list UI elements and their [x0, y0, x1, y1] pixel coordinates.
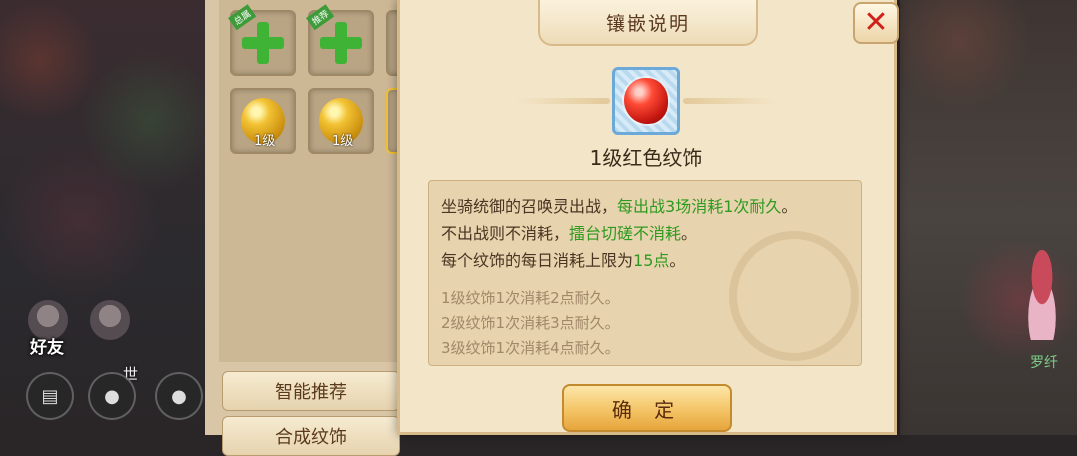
gem-slot-1[interactable]: 1级	[230, 88, 296, 154]
item-name: 1级红色纹饰	[589, 146, 703, 170]
close-button[interactable]: ✕	[853, 2, 899, 44]
desc-line-1: 坐骑统御的召唤灵出战，每出战3场消耗1次耐久。	[441, 197, 798, 216]
red-gem-icon	[624, 78, 668, 124]
item-icon-frame	[612, 67, 680, 135]
desc-line-2: 不出战则不消耗，擂台切磋不消耗。	[441, 224, 698, 243]
rule-line-1: 1级纹饰1次消耗2点耐久。	[441, 289, 620, 307]
dialog-title-tab: 镶嵌说明	[538, 0, 758, 46]
chat-icon[interactable]: ▤	[26, 372, 74, 420]
ornament-left	[515, 98, 610, 104]
microphone-icon[interactable]: ●	[88, 372, 136, 420]
add-slot-2[interactable]: 推荐	[306, 4, 374, 76]
watermark-emblem-icon	[729, 231, 859, 361]
npc-name: 罗纤	[1030, 355, 1058, 371]
confirm-button[interactable]: 确 定	[562, 384, 732, 432]
rule-line-3: 3级纹饰1次消耗4点耐久。	[441, 339, 620, 357]
npc-character[interactable]	[1018, 250, 1066, 340]
voice-avatar-icon[interactable]	[90, 300, 130, 340]
ornament-right	[683, 98, 778, 104]
friend-label[interactable]: 好友	[30, 333, 64, 358]
rule-line-2: 2级纹饰1次消耗3点耐久。	[441, 314, 620, 332]
slot-level: 1级	[332, 134, 354, 149]
slot-level: 1级	[254, 134, 276, 149]
compose-button[interactable]: 合成纹饰	[222, 416, 400, 456]
close-icon: ✕	[863, 5, 889, 40]
description-box: 坐骑统御的召唤灵出战，每出战3场消耗1次耐久。 不出战则不消耗，擂台切磋不消耗。…	[428, 180, 862, 366]
smart-recommend-button[interactable]: 智能推荐	[222, 371, 400, 411]
add-slot-1[interactable]: 总属	[228, 4, 296, 76]
gem-slot-2[interactable]: 1级	[308, 88, 374, 154]
microphone-icon-2[interactable]: ●	[155, 372, 203, 420]
game-scene-left	[0, 0, 205, 435]
dialog-title: 镶嵌说明	[605, 12, 690, 35]
desc-line-3: 每个纹饰的每日消耗上限为15点。	[441, 251, 686, 270]
